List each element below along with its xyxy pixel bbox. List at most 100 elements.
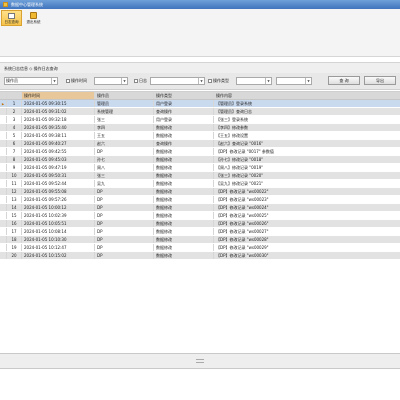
cell-operator: 张三: [95, 172, 154, 179]
cell-content: 【DP】修改记录 "ws00030": [216, 252, 269, 258]
table-row[interactable]: 16 2024-01-05 10:05:51 DP 数据修改 【DP】修改记录 "ws0…: [0, 220, 400, 228]
cell-operator: 周八: [95, 164, 154, 171]
table-row[interactable]: 10 2024-01-05 09:50:31 张三 数据修改 【张三】修改记录 "002…: [0, 172, 400, 180]
cell-operator: 吴九: [95, 180, 154, 187]
table-row[interactable]: 11 2024-01-05 09:52:44 吴九 数据修改 【吴九】修改记录 "002…: [0, 180, 400, 188]
cell-operator: DP: [95, 244, 154, 251]
resize-grip-icon[interactable]: [196, 359, 204, 363]
table-row[interactable]: 4 2024-01-05 09:35:40 李四 数据修改 【李四】修改参数: [0, 124, 400, 132]
cell-time: 2024-01-05 09:55:08: [22, 188, 95, 195]
status-bar: [0, 353, 400, 369]
cell-time: 2024-01-05 10:08:14: [22, 228, 95, 235]
log-query-button[interactable]: 日志查询: [1, 10, 22, 26]
cell-time: 2024-01-05 09:32:18: [22, 116, 95, 123]
section-title: 系统日志信息 ◇ 操作日志查询: [4, 65, 58, 71]
header-type[interactable]: 操作类型: [154, 92, 214, 99]
cell-time: 2024-01-05 10:00:12: [22, 204, 95, 211]
table-row[interactable]: 9 2024-01-05 09:47:19 周八 数据修改 【周八】修改记录 "0019…: [0, 164, 400, 172]
table-row[interactable]: 3 2024-01-05 09:32:18 张三 用户登录 【张三】登录系统: [0, 116, 400, 124]
table-row[interactable]: 15 2024-01-05 10:02:39 DP 数据修改 【DP】修改记录 "ws0…: [0, 212, 400, 220]
table-row[interactable]: ▶ 1 2024-01-05 09:30:15 管理员 用户登录 【管理员】登录系统: [0, 100, 400, 108]
cell-content: 【王五】修改设置: [216, 132, 248, 138]
time-checkbox[interactable]: 操作时间: [66, 78, 87, 84]
table-row[interactable]: 6 2024-01-05 09:40:27 赵六 查询操作 【赵六】查询记录 "0016…: [0, 140, 400, 148]
cell-type: 数据修改: [154, 180, 214, 187]
cell-content: 【吴九】修改记录 "0021": [216, 180, 264, 186]
row-marker: [0, 124, 7, 131]
cell-type: 数据修改: [154, 228, 214, 235]
checkbox-box[interactable]: [208, 79, 212, 83]
cell-type: 数据修改: [154, 132, 214, 139]
row-number: 9: [7, 164, 22, 171]
row-marker: [0, 180, 7, 187]
row-marker: [0, 212, 7, 219]
row-number: 1: [7, 100, 22, 107]
table-row[interactable]: 13 2024-01-05 09:57:26 DP 数据修改 【DP】修改记录 "ws0…: [0, 196, 400, 204]
row-number: 6: [7, 140, 22, 147]
cell-time: 2024-01-05 10:05:51: [22, 220, 95, 227]
cell-content: 【DP】修改记录 "ws00027": [216, 228, 269, 234]
row-marker: [0, 196, 7, 203]
table-row[interactable]: 20 2024-01-05 10:15:02 DP 数据修改 【DP】修改记录 "ws0…: [0, 252, 400, 260]
current-row-arrow-icon: ▶: [1, 101, 5, 106]
document-icon: [8, 13, 15, 19]
table-row[interactable]: 7 2024-01-05 09:42:55 DP 数据修改 【DP】修改记录 "0017…: [0, 148, 400, 156]
cell-operator: 赵六: [95, 140, 154, 147]
table-row[interactable]: 5 2024-01-05 09:38:11 王五 数据修改 【王五】修改设置: [0, 132, 400, 140]
cell-type: 数据修改: [154, 148, 214, 155]
header-cell-1: [7, 92, 22, 99]
cell-time: 2024-01-05 10:12:47: [22, 244, 95, 251]
chevron-down-icon[interactable]: ▼: [305, 78, 311, 84]
date-to-field[interactable]: ▼: [236, 77, 272, 85]
chevron-down-icon[interactable]: ▼: [51, 78, 57, 84]
checkbox-box[interactable]: [134, 79, 138, 83]
table-row[interactable]: 14 2024-01-05 10:00:12 DP 数据修改 【DP】修改记录 "ws0…: [0, 204, 400, 212]
table-row[interactable]: 19 2024-01-05 10:12:47 DP 数据修改 【DP】修改记录 "ws0…: [0, 244, 400, 252]
header-content[interactable]: 操作内容: [214, 92, 400, 99]
table-body: ▶ 1 2024-01-05 09:30:15 管理员 用户登录 【管理员】登录系统 2 20…: [0, 100, 400, 260]
header-cell-0: [0, 92, 7, 99]
cell-type: 数据修改: [154, 124, 214, 131]
query-button[interactable]: 查 询: [328, 76, 360, 85]
cell-type: 数据修改: [154, 196, 214, 203]
table-row[interactable]: 2 2024-01-05 09:31:02 系统管理 查询操作 【管理员】查询日志: [0, 108, 400, 116]
row-marker: [0, 244, 7, 251]
time-to-field[interactable]: ▼: [276, 77, 312, 85]
exit-button[interactable]: 退出系统: [23, 10, 44, 26]
table-row[interactable]: 12 2024-01-05 09:55:08 DP 数据修改 【DP】修改记录 "ws0…: [0, 188, 400, 196]
log-query-label: 日志查询: [4, 20, 19, 24]
operator-combo[interactable]: 操作员 ▼: [4, 77, 58, 85]
date-from-field[interactable]: ▼: [94, 77, 128, 85]
chevron-down-icon[interactable]: ▼: [265, 78, 271, 84]
table-row[interactable]: 17 2024-01-05 10:08:14 DP 数据修改 【DP】修改记录 "ws0…: [0, 228, 400, 236]
cell-content: 【赵六】查询记录 "0016": [216, 140, 264, 146]
row-number: 7: [7, 148, 22, 155]
cell-type: 数据修改: [154, 212, 214, 219]
row-number: 16: [7, 220, 22, 227]
log-checkbox[interactable]: 日志: [134, 78, 147, 84]
row-marker: [0, 108, 7, 115]
row-marker: [0, 132, 7, 139]
row-number: 11: [7, 180, 22, 187]
cell-operator: 张三: [95, 116, 154, 123]
chevron-down-icon[interactable]: ▼: [121, 78, 127, 84]
cell-content: 【周八】修改记录 "0019": [216, 164, 264, 170]
checkbox-box[interactable]: [66, 79, 70, 83]
header-operator[interactable]: 操作员: [95, 92, 154, 99]
row-marker: [0, 148, 7, 155]
header-time[interactable]: 操作时间: [22, 92, 95, 99]
cell-operator: DP: [95, 228, 154, 235]
export-button[interactable]: 导出: [364, 76, 396, 85]
table-row[interactable]: 18 2024-01-05 10:10:30 DP 数据修改 【DP】修改记录 "ws0…: [0, 236, 400, 244]
log-combo[interactable]: ▼: [150, 77, 205, 85]
cell-time: 2024-01-05 09:30:15: [22, 100, 95, 107]
cell-time: 2024-01-05 09:50:31: [22, 172, 95, 179]
row-number: 2: [7, 108, 22, 115]
cell-time: 2024-01-05 09:35:40: [22, 124, 95, 131]
filter-bar: 操作员 ▼ 操作时间 ▼ 日志 ▼ 操作类型 ▼ ▼ 查 询 导出: [0, 73, 400, 90]
chevron-down-icon[interactable]: ▼: [198, 78, 204, 84]
table-row[interactable]: 8 2024-01-05 09:45:03 孙七 数据修改 【孙七】修改记录 "0018…: [0, 156, 400, 164]
cell-operator: DP: [95, 188, 154, 195]
cell-time: 2024-01-05 09:42:55: [22, 148, 95, 155]
type-checkbox[interactable]: 操作类型: [208, 78, 229, 84]
